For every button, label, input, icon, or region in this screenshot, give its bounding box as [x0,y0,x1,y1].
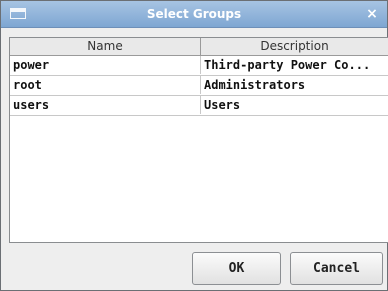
group-description-cell[interactable]: Users [201,96,388,114]
table-row[interactable]: users Users [10,96,388,116]
table-header: Name Description [10,38,388,56]
ok-button[interactable]: OK [192,252,281,285]
group-name-cell[interactable]: root [10,76,201,94]
group-name-cell[interactable]: power [10,56,201,74]
group-name-cell[interactable]: users [10,96,201,114]
window-title: Select Groups [146,7,242,21]
column-header-description[interactable]: Description [201,38,388,55]
select-groups-dialog: Select Groups × Name Description power T… [0,0,388,291]
close-icon[interactable]: × [363,4,381,24]
group-description-cell[interactable]: Third-party Power Co... [201,56,388,74]
table-row[interactable]: root Administrators [10,76,388,96]
title-bar[interactable]: Select Groups × [1,1,387,28]
table-row[interactable]: power Third-party Power Co... [10,56,388,76]
column-header-name[interactable]: Name [10,38,201,55]
group-description-cell[interactable]: Administrators [201,76,388,94]
cancel-button[interactable]: Cancel [290,252,383,285]
groups-table: Name Description power Third-party Power… [9,37,388,243]
